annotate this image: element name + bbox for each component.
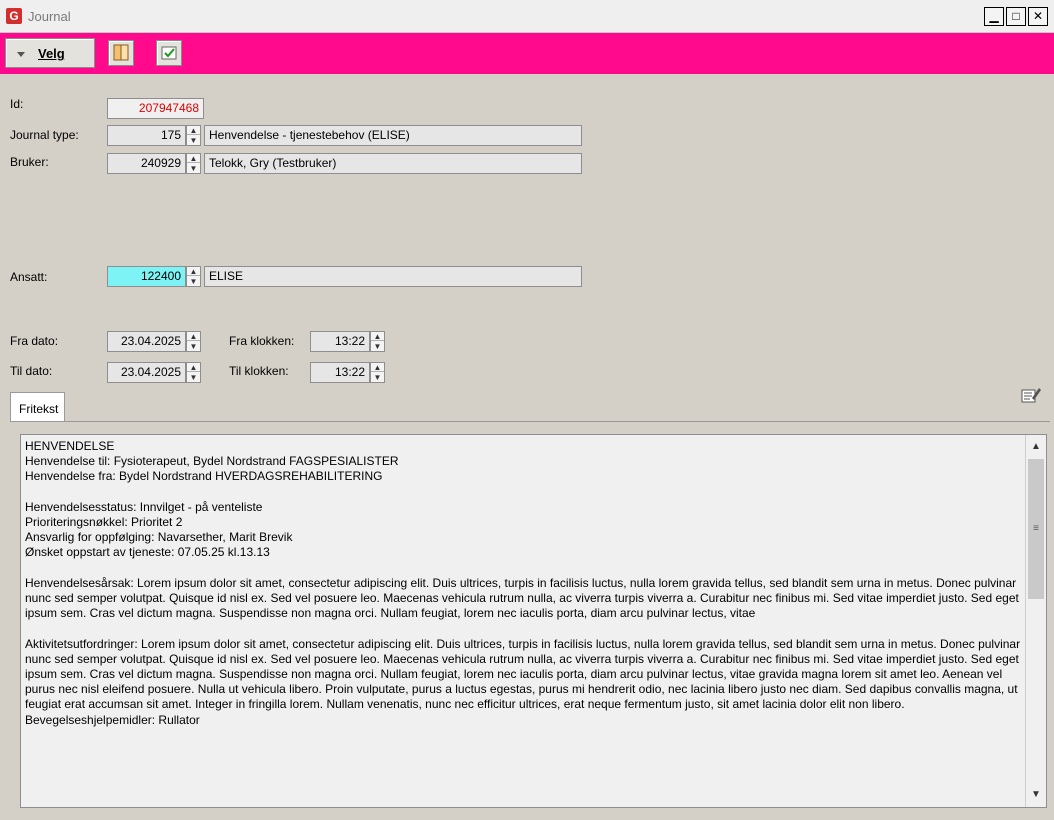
- journal-type-label: Journal type:: [10, 128, 79, 142]
- spin-down-icon[interactable]: ▼: [187, 136, 200, 145]
- ansatt-spinner[interactable]: ▲ ▼: [186, 266, 201, 287]
- bruker-label: Bruker:: [10, 155, 49, 169]
- spin-up-icon[interactable]: ▲: [371, 363, 384, 372]
- scroll-down-icon[interactable]: ▼: [1028, 787, 1044, 803]
- spin-down-icon[interactable]: ▼: [187, 342, 200, 351]
- id-field[interactable]: 207947468: [107, 98, 204, 119]
- fra-dato-label: Fra dato:: [10, 334, 59, 348]
- spin-down-icon[interactable]: ▼: [371, 373, 384, 382]
- spin-down-icon[interactable]: ▼: [187, 373, 200, 382]
- book-icon: [113, 44, 129, 61]
- til-dato-field[interactable]: 23.04.2025: [107, 362, 186, 383]
- til-klokken-field[interactable]: 13:22: [310, 362, 370, 383]
- maximize-button[interactable]: □: [1006, 7, 1026, 26]
- window-title: Journal: [28, 9, 71, 24]
- spin-up-icon[interactable]: ▲: [187, 267, 200, 276]
- scroll-up-icon[interactable]: ▲: [1028, 439, 1044, 455]
- grip-icon: ≡: [1033, 523, 1039, 534]
- spin-up-icon[interactable]: ▲: [187, 363, 200, 372]
- edit-pencil-icon: [1021, 388, 1041, 403]
- tab-panel-border: [10, 421, 1050, 422]
- scrollbar-thumb[interactable]: ≡: [1028, 459, 1044, 599]
- spin-down-icon[interactable]: ▼: [187, 164, 200, 173]
- minimize-button[interactable]: ▁: [984, 7, 1004, 26]
- fra-klokken-spinner[interactable]: ▲ ▼: [370, 331, 385, 352]
- maximize-icon: □: [1012, 9, 1020, 23]
- til-klokken-spinner[interactable]: ▲ ▼: [370, 362, 385, 383]
- app-logo-icon: G: [6, 8, 22, 24]
- tab-fritekst[interactable]: Fritekst: [10, 392, 65, 422]
- close-button[interactable]: ✕: [1028, 7, 1048, 26]
- dropdown-arrow-icon: [17, 52, 25, 57]
- spin-up-icon[interactable]: ▲: [187, 332, 200, 341]
- spin-up-icon[interactable]: ▲: [371, 332, 384, 341]
- til-klokken-label: Til klokken:: [229, 364, 289, 378]
- til-dato-label: Til dato:: [10, 364, 53, 378]
- journal-book-button[interactable]: [108, 40, 134, 66]
- fra-klokken-label: Fra klokken:: [229, 334, 295, 348]
- ansatt-code-field[interactable]: 122400: [107, 266, 186, 287]
- bruker-code-field[interactable]: 240929: [107, 153, 186, 174]
- velg-button[interactable]: Velg: [5, 38, 95, 68]
- journal-type-code-field[interactable]: 175: [107, 125, 186, 146]
- spin-down-icon[interactable]: ▼: [187, 277, 200, 286]
- fritekst-content: HENVENDELSE Henvendelse til: Fysioterape…: [25, 439, 1021, 727]
- spin-up-icon[interactable]: ▲: [187, 154, 200, 163]
- edit-text-button[interactable]: [1020, 384, 1042, 406]
- id-label: Id:: [10, 97, 24, 111]
- vertical-scrollbar[interactable]: ▲ ≡ ▼: [1025, 435, 1046, 807]
- toolbar: Velg: [0, 33, 1054, 74]
- close-icon: ✕: [1032, 9, 1044, 23]
- checkbox-check-icon: [161, 46, 177, 60]
- til-dato-spinner[interactable]: ▲ ▼: [186, 362, 201, 383]
- journal-type-name-field: Henvendelse - tjenestebehov (ELISE): [204, 125, 582, 146]
- journal-type-spinner[interactable]: ▲ ▼: [186, 125, 201, 146]
- title-bar: G Journal ▁ □ ✕: [0, 0, 1054, 33]
- fritekst-textarea[interactable]: HENVENDELSE Henvendelse til: Fysioterape…: [20, 434, 1047, 808]
- ansatt-label: Ansatt:: [10, 270, 48, 284]
- fra-dato-field[interactable]: 23.04.2025: [107, 331, 186, 352]
- minimize-icon: ▁: [989, 9, 999, 23]
- fra-klokken-field[interactable]: 13:22: [310, 331, 370, 352]
- approve-button[interactable]: [156, 40, 182, 66]
- spin-up-icon[interactable]: ▲: [187, 126, 200, 135]
- fra-dato-spinner[interactable]: ▲ ▼: [186, 331, 201, 352]
- bruker-name-field: Telokk, Gry (Testbruker): [204, 153, 582, 174]
- velg-button-label: Velg: [38, 46, 65, 61]
- ansatt-name-field: ELISE: [204, 266, 582, 287]
- spin-down-icon[interactable]: ▼: [371, 342, 384, 351]
- bruker-spinner[interactable]: ▲ ▼: [186, 153, 201, 174]
